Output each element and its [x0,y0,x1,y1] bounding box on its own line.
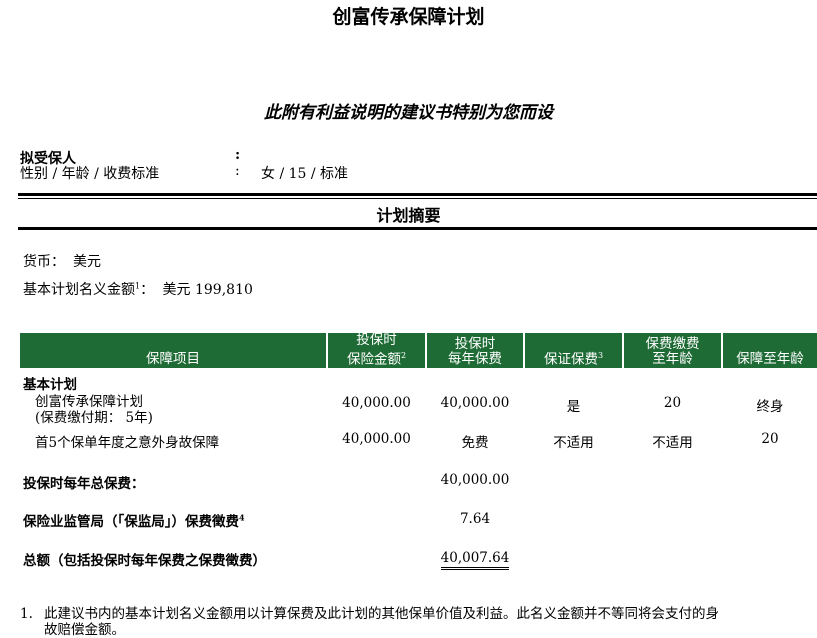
group-label: 基本计划 [23,377,77,393]
basic-amount-label: 基本计划名义金额 [23,282,135,298]
currency-value: 美元 [73,254,101,270]
row-1-name-line1: 创富传承保障计划 [35,394,143,410]
row-2-guaranteed: 不适用 [553,435,594,451]
th-annual-premium-line2: 每年保费 [448,351,502,367]
levy-label: 保险业监管局（「保监局」）保费徵费 [23,514,239,530]
insured-colon: : [235,147,241,163]
row-1-sum-insured: 40,000.00 [342,395,411,411]
th-pay-to-age-line2: 至年龄 [652,351,693,367]
section-rule-bottom [18,227,817,230]
th-guaranteed: 保证保费3 [525,333,622,368]
grand-total-value-wrap: 40,007.64 [427,550,523,570]
th-annual-premium: 投保时 每年保费 [427,333,523,368]
grand-total-value: 40,007.64 [440,550,510,570]
footnote-line1: 此建议书内的基本计划名义金额用以计算保费及此计划的其他保单价值及利益。此名义金额… [44,606,719,622]
row-2-cover-to-age: 20 [761,431,779,447]
th-cover-to-age-label: 保障至年龄 [736,351,804,367]
th-sum-insured-line2: 保险金额 [346,351,401,367]
document-title: 创富传承保障计划 [332,6,485,28]
th-guaranteed-sup: 3 [597,350,604,360]
basic-amount-row: 基本计划名义金额1： 美元 199,810 [23,279,253,299]
total-annual-value: 40,000.00 [440,472,510,488]
row-1-cover-to-age: 终身 [756,399,784,415]
row-1-pay-to-age: 20 [663,395,682,411]
grand-total-label: 总额（包括投保时每年保费之保费徵费） [23,553,266,569]
insured-sub-colon: : [235,163,240,179]
row-1-name-line2: (保费缴付期： 5年) [35,410,153,426]
row-2-name: 首5个保单年度之意外身故保障 [35,435,220,451]
row-1-guaranteed: 是 [566,399,581,415]
section-rule-top-thin [18,198,817,199]
levy-value: 7.64 [459,511,491,527]
table-row-1-name: 创富传承保障计划 (保费缴付期： 5年) [35,394,153,426]
th-sum-insured-line2-wrap: 保险金额2 [347,348,406,368]
total-annual-label: 投保时每年总保费： [23,476,145,492]
th-annual-premium-line1: 投保时 [454,336,496,352]
basic-amount-value: 美元 199,810 [162,282,253,298]
insured-sub-label: 性别 / 年龄 / 收费标准 [20,166,160,182]
footnote-line2: 故赔偿金额。 [44,622,125,638]
document-subtitle: 此附有利益说明的建议书特别为您而设 [264,103,553,123]
levy-sup: 4 [239,512,245,523]
currency-label: 货币： [23,254,65,270]
th-pay-to-age-line1: 保费缴费 [645,336,700,352]
th-guaranteed-wrap: 保证保费3 [544,348,603,368]
footnote-number: 1. [20,606,33,622]
row-1-annual-premium: 40,000.00 [440,395,510,411]
th-guaranteed-label: 保证保费 [543,351,598,367]
section-title: 计划摘要 [376,206,441,225]
th-item: 保障项目 [20,333,326,368]
th-sum-insured-line1: 投保时 [356,331,397,348]
row-2-annual-premium: 免费 [461,435,489,451]
levy-row: 保险业监管局（「保监局」）保费徵费4 [23,510,245,531]
th-pay-to-age: 保费缴费 至年龄 [624,333,721,368]
th-sum-insured-sup: 2 [400,350,407,360]
insured-value: 女 / 15 / 标准 [261,166,349,182]
row-2-sum-insured: 40,000.00 [342,431,411,447]
th-cover-to-age: 保障至年龄 [723,333,817,368]
footnote-text: 此建议书内的基本计划名义金额用以计算保费及此计划的其他保单价值及利益。此名义金额… [44,606,814,638]
th-item-label: 保障项目 [146,351,200,367]
section-rule-top [18,193,817,196]
basic-amount-suffix: ： [140,282,155,298]
th-sum-insured: 投保时 保险金额2 [328,331,425,368]
row-2-pay-to-age: 不适用 [652,435,693,451]
